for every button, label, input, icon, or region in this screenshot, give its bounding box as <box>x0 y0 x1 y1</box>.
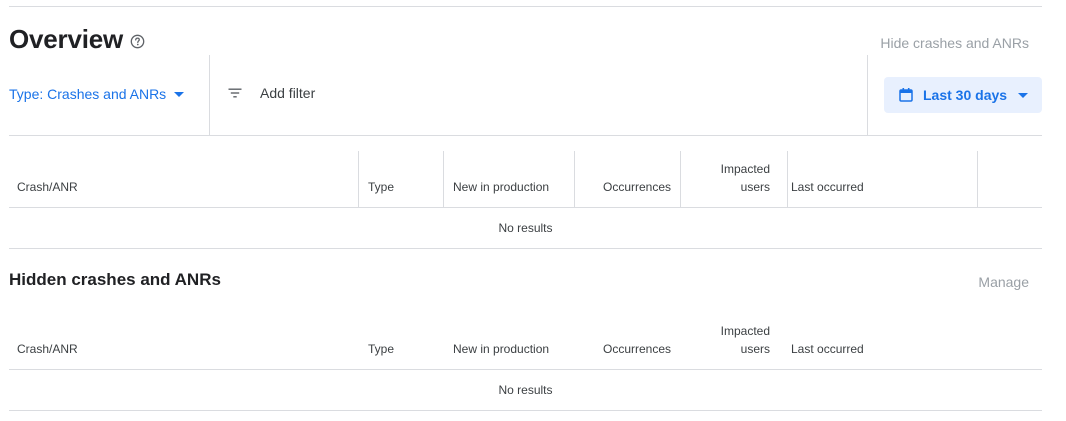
empty-state-message: No results <box>9 370 1042 411</box>
filter-divider <box>209 55 210 135</box>
column-header-last-occurred[interactable]: Last occurred <box>791 340 864 358</box>
column-header-occurrences[interactable]: Occurrences <box>603 340 671 358</box>
date-range-label: Last 30 days <box>923 87 1008 103</box>
help-circle-icon[interactable] <box>130 34 145 49</box>
column-header-occurrences[interactable]: Occurrences <box>603 178 671 196</box>
column-divider <box>787 151 788 208</box>
column-divider <box>977 151 978 208</box>
hide-crashes-link[interactable]: Hide crashes and ANRs <box>880 35 1029 51</box>
add-filter-label: Add filter <box>260 85 316 101</box>
crashes-page: Overview Hide crashes and ANRs Type: Cra… <box>0 0 1066 421</box>
arrow-drop-down-icon <box>1018 92 1029 98</box>
column-header-crash[interactable]: Crash/ANR <box>17 340 78 358</box>
column-header-impacted-line1: Impacted <box>720 324 770 338</box>
type-filter-label: Type: Crashes and ANRs <box>9 86 167 102</box>
column-header-impacted-users[interactable]: Impacted users <box>721 160 770 196</box>
add-filter-button[interactable]: Add filter <box>227 85 315 101</box>
date-range-button[interactable]: Last 30 days <box>884 77 1042 113</box>
page-title: Overview <box>9 24 124 54</box>
column-divider <box>574 151 575 208</box>
hidden-section-title: Hidden crashes and ANRs <box>9 270 221 289</box>
column-header-type[interactable]: Type <box>368 178 394 196</box>
crashes-table: Crash/ANR Type New in production Occurre… <box>9 151 1042 249</box>
column-header-impacted-line1: Impacted <box>720 162 770 176</box>
column-header-impacted-users[interactable]: Impacted users <box>721 322 770 358</box>
type-filter-dropdown[interactable]: Type: Crashes and ANRs <box>9 86 185 102</box>
overview-heading: Overview <box>9 24 145 55</box>
column-header-last-occurred[interactable]: Last occurred <box>791 178 864 196</box>
table-header: Crash/ANR Type New in production Occurre… <box>9 151 1042 208</box>
calendar-icon <box>898 87 914 103</box>
table-header: Crash/ANR Type New in production Occurre… <box>9 313 1042 370</box>
empty-state-message: No results <box>9 208 1042 249</box>
filter-bar: Type: Crashes and ANRs Add filter Last 3… <box>0 55 1066 136</box>
arrow-drop-down-icon <box>174 91 185 97</box>
filter-list-icon <box>227 85 243 101</box>
top-divider <box>9 6 1042 7</box>
column-header-impacted-line2: users <box>740 342 770 356</box>
column-header-new-in-production[interactable]: New in production <box>453 340 549 358</box>
column-divider <box>680 151 681 208</box>
column-header-new-in-production[interactable]: New in production <box>453 178 549 196</box>
column-header-crash[interactable]: Crash/ANR <box>17 178 78 196</box>
filter-divider <box>867 55 868 135</box>
column-divider <box>358 151 359 208</box>
column-divider <box>443 151 444 208</box>
column-header-impacted-line2: users <box>740 180 770 194</box>
hidden-crashes-table: Crash/ANR Type New in production Occurre… <box>9 313 1042 411</box>
filter-bar-divider <box>9 135 1042 136</box>
column-header-type[interactable]: Type <box>368 340 394 358</box>
manage-link[interactable]: Manage <box>978 274 1029 290</box>
